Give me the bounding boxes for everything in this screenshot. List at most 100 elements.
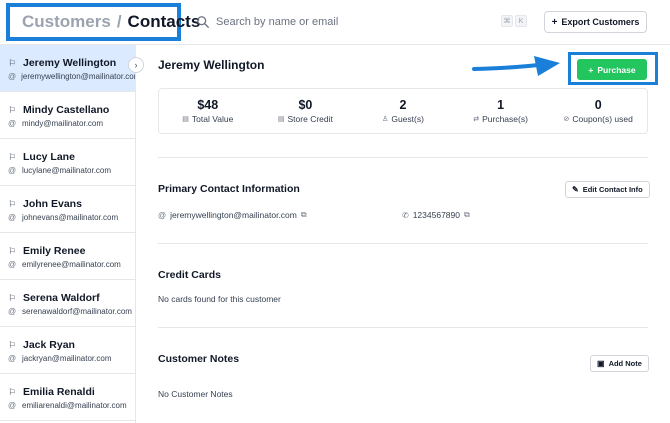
at-icon: @ [8, 354, 17, 363]
at-icon: @ [8, 166, 17, 175]
breadcrumb-contacts: Contacts [127, 12, 201, 31]
at-icon: @ [8, 260, 17, 269]
contact-name: Emily Renee [23, 245, 86, 257]
at-icon: @ [158, 210, 167, 220]
stat-label: Total Value [191, 114, 234, 124]
pointer-arrow-icon [472, 56, 560, 76]
credit-cards-title: Credit Cards [158, 269, 222, 281]
note-icon: ▣ [597, 359, 605, 368]
wallet-icon: ▤ [182, 116, 189, 123]
contact-name: Emilia Renaldi [23, 386, 95, 398]
breadcrumb: Customers / Contacts [6, 3, 200, 41]
pencil-icon: ✎ [572, 185, 579, 194]
add-note-button[interactable]: ▣ Add Note [590, 355, 649, 372]
purchase-highlight: + Purchase [568, 52, 658, 85]
edit-contact-info-button[interactable]: ✎ Edit Contact Info [565, 181, 650, 198]
contacts-sidebar: ⚐ Jeremy Wellington @ jeremywellington@mai… [0, 45, 136, 423]
stat-label: Store Credit [287, 114, 333, 124]
plus-icon: + [588, 64, 594, 75]
plus-icon: + [551, 16, 558, 28]
contact-name: Serena Waldorf [23, 292, 100, 304]
search-bar: ⌘ K [196, 13, 527, 31]
contact-item[interactable]: ⚐ Lucy Lane @ lucylane@mailinator.com [0, 139, 135, 186]
credit-cards-empty-text: No cards found for this customer [158, 294, 281, 304]
flag-icon[interactable]: ⚐ [8, 152, 17, 163]
flag-icon[interactable]: ⚐ [8, 246, 17, 257]
contact-email: lucylane@mailinator.com [22, 166, 112, 175]
credit-icon: ▤ [277, 116, 285, 123]
stat-label: Guest(s) [391, 114, 424, 124]
flag-icon[interactable]: ⚐ [8, 293, 17, 304]
contact-email: emilyrenee@mailinator.com [22, 260, 121, 269]
contact-email: johnevans@mailinator.com [22, 213, 119, 222]
contact-item[interactable]: ⚐ Emilia Renaldi @ emiliarenaldi@mailinato… [0, 374, 135, 421]
at-icon: @ [8, 401, 17, 410]
contact-email-info: @ jeremywellington@mailinator.com ⧉ [158, 210, 307, 220]
contact-item[interactable]: ⚐ John Evans @ johnevans@mailinator.com [0, 186, 135, 233]
primary-phone: 1234567890 [412, 210, 460, 220]
customer-stats: $48 ▤ Total Value $0 ▤ Store Credit 2 ♙ Gue… [158, 88, 648, 134]
coupon-icon: ⊘ [563, 116, 570, 123]
breadcrumb-customers[interactable]: Customers [22, 12, 111, 32]
contact-item[interactable]: ⚐ Serena Waldorf @ serenawaldorf@mailinato… [0, 280, 135, 327]
contact-email: jeremywellington@mailinator.com [21, 72, 136, 81]
stat-store-credit: $0 ▤ Store Credit [257, 89, 355, 133]
chevron-right-icon[interactable]: › [128, 57, 144, 73]
stat-total-value: $48 ▤ Total Value [159, 89, 257, 133]
contact-email: serenawaldorf@mailinator.com [22, 307, 132, 316]
contact-name: John Evans [23, 198, 82, 210]
purchase-icon: ⇄ [473, 116, 480, 123]
copy-icon[interactable]: ⧉ [301, 210, 307, 220]
search-icon [197, 16, 209, 28]
contact-item[interactable]: ⚐ Mindy Castellano @ mindy@mailinator.com [0, 92, 135, 139]
notes-empty-text: No Customer Notes [158, 389, 233, 399]
customer-name-heading: Jeremy Wellington [158, 58, 265, 72]
credit-cards-empty: No cards found for this customer [158, 294, 281, 304]
contact-item[interactable]: ⚐ Jack Ryan @ jackryan@mailinator.com [0, 327, 135, 374]
section-divider [158, 157, 648, 158]
stat-coupons: 0 ⊘ Coupon(s) used [549, 89, 647, 133]
breadcrumb-separator: / [116, 12, 122, 31]
stat-label: Coupon(s) used [572, 114, 633, 124]
stat-value: $48 [197, 98, 219, 112]
search-input[interactable] [216, 16, 476, 28]
section-divider [158, 243, 648, 244]
contact-email: emiliarenaldi@mailinator.com [22, 401, 127, 410]
contact-email: mindy@mailinator.com [22, 119, 104, 128]
command-key-hint: ⌘ [501, 15, 513, 27]
k-key-hint: K [515, 15, 527, 27]
flag-icon[interactable]: ⚐ [8, 199, 17, 210]
flag-icon[interactable]: ⚐ [8, 387, 17, 398]
customer-notes-title: Customer Notes [158, 353, 240, 365]
contact-item[interactable]: ⚐ Emily Renee @ emilyrenee@mailinator.com [0, 233, 135, 280]
at-icon: @ [8, 72, 17, 81]
flag-icon[interactable]: ⚐ [8, 105, 17, 116]
flag-icon[interactable]: ⚐ [8, 58, 17, 69]
copy-icon[interactable]: ⧉ [464, 210, 470, 220]
section-divider [158, 327, 648, 328]
notes-empty: No Customer Notes [158, 389, 233, 399]
stat-purchases: 1 ⇄ Purchase(s) [452, 89, 550, 133]
flag-icon[interactable]: ⚐ [8, 340, 17, 351]
contact-name: Lucy Lane [23, 151, 75, 163]
primary-email: jeremywellington@mailinator.com [170, 210, 297, 220]
contact-name: Mindy Castellano [23, 104, 110, 116]
at-icon: @ [8, 213, 17, 222]
at-icon: @ [8, 307, 17, 316]
edit-contact-info-label: Edit Contact Info [582, 185, 643, 194]
at-icon: @ [8, 119, 17, 128]
contact-item[interactable]: ⚐ Jeremy Wellington @ jeremywellington@mai… [0, 45, 135, 92]
phone-icon: ✆ [402, 210, 409, 220]
stat-value: 2 [399, 98, 407, 112]
top-header: Customers / Contacts ⌘ K + Export Custom… [0, 0, 670, 45]
export-customers-button[interactable]: + Export Customers [544, 11, 647, 33]
purchase-label: Purchase [597, 64, 636, 75]
purchase-button[interactable]: + Purchase [577, 59, 647, 80]
stat-value: 1 [497, 98, 505, 112]
primary-contact-title: Primary Contact Information [158, 183, 300, 195]
user-icon: ♙ [382, 116, 389, 123]
contact-name: Jack Ryan [23, 339, 75, 351]
contact-name: Jeremy Wellington [23, 57, 117, 69]
contact-email: jackryan@mailinator.com [22, 354, 112, 363]
stat-value: $0 [298, 98, 313, 112]
